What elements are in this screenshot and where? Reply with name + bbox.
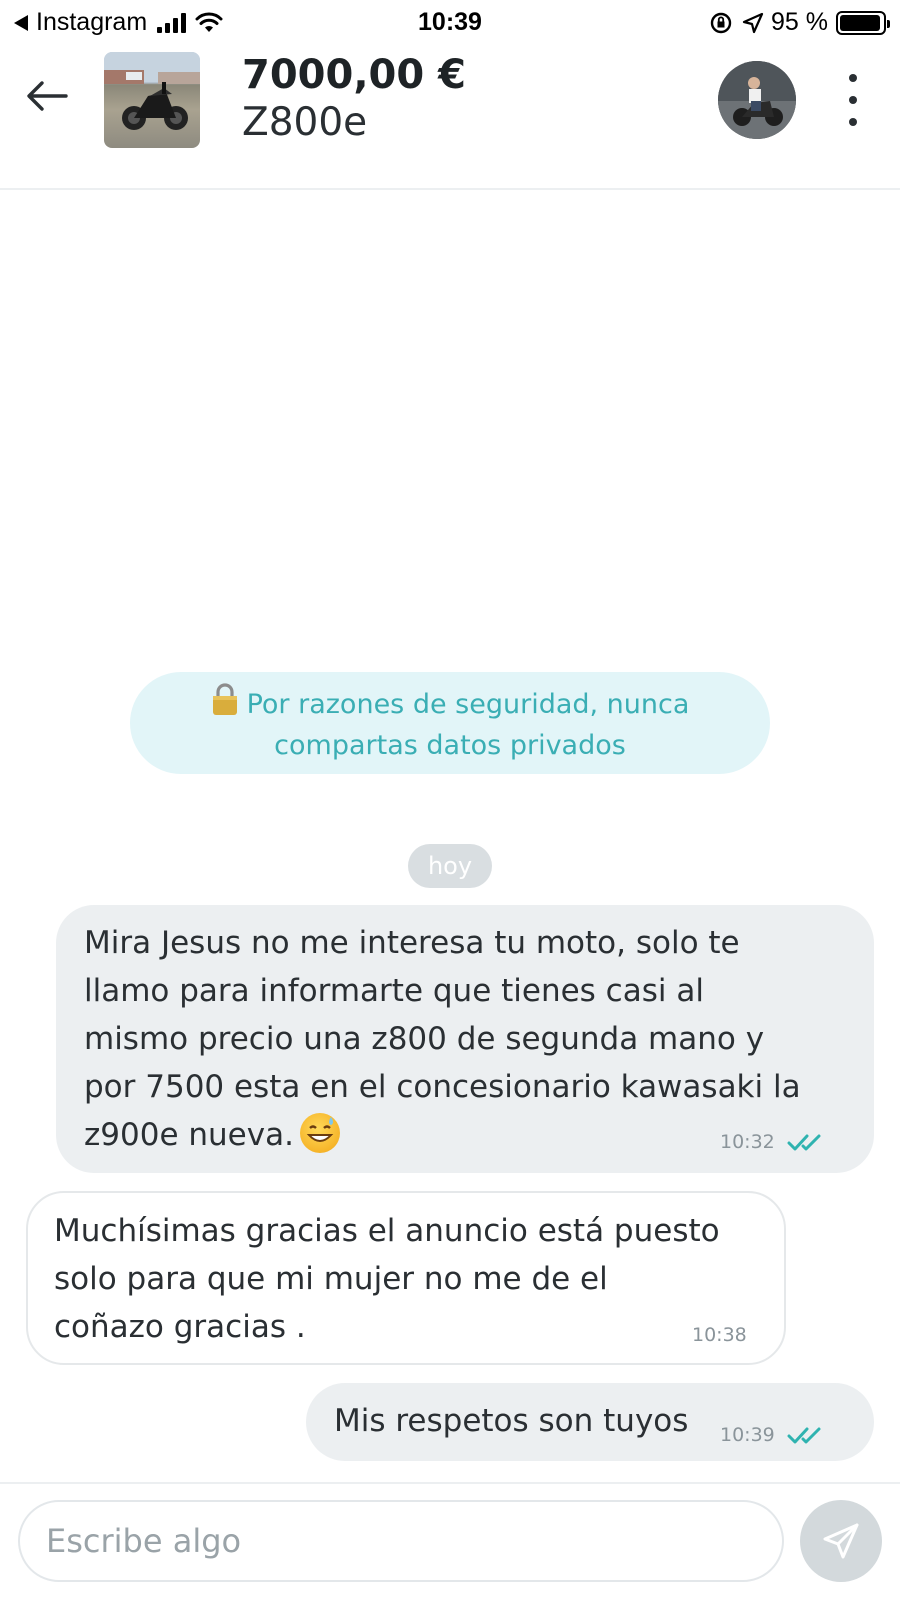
lock-icon bbox=[212, 683, 237, 715]
message-meta: 10:39 bbox=[720, 1411, 827, 1459]
battery-percent: 95 % bbox=[771, 8, 828, 36]
chat-header: 7000,00 € Z800e bbox=[0, 46, 900, 190]
send-paper-plane-icon bbox=[823, 1523, 859, 1559]
battery-icon bbox=[836, 10, 890, 35]
status-bar: Instagram 10:39 95 % bbox=[0, 0, 900, 46]
message-input[interactable] bbox=[18, 1500, 784, 1582]
avatar-photo bbox=[718, 61, 796, 139]
security-notice: Por razones de seguridad, nunca comparta… bbox=[130, 672, 770, 774]
message-time: 10:38 bbox=[692, 1324, 747, 1346]
listing-thumbnail[interactable] bbox=[104, 52, 200, 148]
message-bubble-sent[interactable]: Mira Jesus no me interesa tu moto, solo … bbox=[56, 905, 874, 1173]
message-bubble-sent[interactable]: Mis respetos son tuyos 10:39 bbox=[306, 1383, 874, 1461]
location-arrow-icon bbox=[742, 12, 764, 33]
message-text: Muchísimas gracias el anuncio está puest… bbox=[54, 1213, 720, 1345]
message-bubble-received[interactable]: Muchísimas gracias el anuncio está puest… bbox=[26, 1191, 786, 1365]
double-check-read-icon bbox=[787, 1134, 821, 1151]
double-check-read-icon bbox=[787, 1427, 821, 1444]
listing-price: 7000,00 € bbox=[242, 52, 466, 98]
back-arrow-icon[interactable] bbox=[22, 76, 72, 116]
composer-divider bbox=[0, 1482, 900, 1484]
message-time: 10:39 bbox=[720, 1424, 775, 1446]
date-separator: hoy bbox=[408, 844, 492, 888]
message-meta: 10:32 bbox=[720, 1118, 827, 1166]
message-text: Mis respetos son tuyos bbox=[334, 1403, 689, 1439]
orientation-lock-icon bbox=[710, 12, 732, 33]
security-notice-text: Por razones de seguridad, nunca comparta… bbox=[246, 689, 690, 761]
motorcycle-photo bbox=[104, 52, 200, 130]
listing-title: Z800e bbox=[242, 100, 368, 145]
seller-avatar[interactable] bbox=[718, 61, 796, 139]
status-right: 95 % bbox=[709, 8, 890, 37]
grinning-sweat-emoji-icon bbox=[299, 1113, 340, 1153]
message-meta: 10:38 bbox=[692, 1311, 747, 1359]
message-time: 10:32 bbox=[720, 1131, 775, 1153]
send-button[interactable] bbox=[800, 1500, 882, 1582]
message-text: Mira Jesus no me interesa tu moto, solo … bbox=[84, 925, 801, 1153]
more-options-icon[interactable] bbox=[838, 74, 868, 130]
